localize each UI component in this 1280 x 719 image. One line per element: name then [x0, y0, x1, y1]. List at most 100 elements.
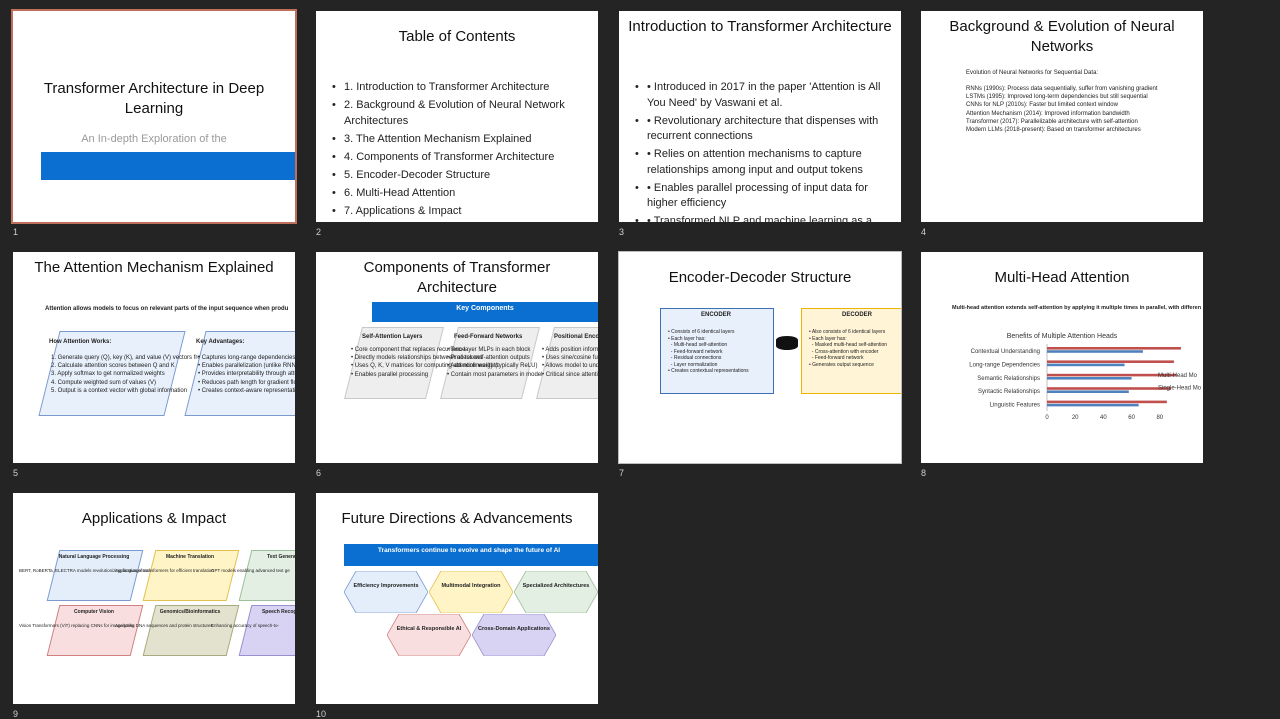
- slide-9-title: Applications & Impact: [81, 510, 227, 527]
- toc-item: 5. Encoder-Decoder Structure: [332, 168, 590, 184]
- chart-bar: [1047, 377, 1132, 380]
- application-card-title: Machine Translation: [165, 554, 215, 560]
- component-item: • Allows model to unders: [542, 363, 598, 370]
- component-item: • Contain most parameters in model: [447, 371, 543, 378]
- slide-2-canvas: Table of Contents 1. Introduction to Tra…: [316, 11, 598, 222]
- chart-x-tick: 0: [1045, 415, 1049, 421]
- decoder-item: - Masked multi-head self-attention: [809, 342, 888, 348]
- slide-9-canvas: Applications & Impact Natural Language P…: [13, 493, 295, 704]
- slide-6-banner-text: Key Components: [456, 305, 514, 312]
- slide-thumbnail-5[interactable]: The Attention Mechanism Explained Attent…: [13, 252, 295, 478]
- slide-3-canvas: Introduction to Transformer Architecture…: [619, 11, 901, 222]
- slide-thumbnail-4[interactable]: Background & Evolution of Neural Network…: [921, 11, 1203, 237]
- slide-thumbnail-1[interactable]: Transformer Architecture in Deep Learnin…: [11, 9, 297, 237]
- slide-4-evolution-list: RNNs (1990s): Process data sequentially,…: [966, 85, 1158, 134]
- future-direction-label: Specialized Architectures: [522, 583, 590, 589]
- chart-bar: [1047, 363, 1125, 367]
- evolution-item: Modern LLMs (2018-present): Based on tra…: [966, 127, 1141, 134]
- slide-5-canvas: The Attention Mechanism Explained Attent…: [13, 252, 295, 463]
- chart-legend-entry: Multi-Head Mo: [1158, 373, 1198, 379]
- chart-x-tick: 20: [1072, 415, 1079, 421]
- slide-thumbnail-8[interactable]: Multi-Head Attention Multi-head attentio…: [921, 252, 1203, 478]
- slide-7-canvas: Encoder-Decoder Structure ENCODER • Cons…: [618, 251, 902, 464]
- decoder-item: • Also consists of 6 identical layers: [809, 329, 886, 335]
- chart-category-label: Linguistic Features: [990, 403, 1040, 409]
- slide-number-10: 10: [316, 709, 327, 719]
- application-card-desc: Analyzing DNA sequences and protein stru…: [115, 623, 213, 628]
- slide-10-banner-text: Transformers continue to evolve and shap…: [377, 547, 561, 554]
- slide-thumbnail-3[interactable]: Introduction to Transformer Architecture…: [619, 11, 901, 237]
- chart-category-label: Syntactic Relationships: [978, 389, 1040, 395]
- evolution-item: LSTMs (1995): Improved long-term depende…: [966, 94, 1148, 101]
- slide-10-canvas: Future Directions & Advancements Transfo…: [316, 493, 598, 704]
- slide-number-2: 2: [316, 227, 322, 237]
- slide-8-title: Multi-Head Attention: [994, 269, 1130, 286]
- slide-5-adv-list: • Captures long-range dependencies in a …: [198, 354, 295, 395]
- chart-bar: [1047, 390, 1129, 393]
- chart-category-label: Long-range Dependencies: [969, 362, 1040, 368]
- slide-number-8: 8: [921, 468, 927, 478]
- slide-number-5: 5: [13, 468, 19, 478]
- slide-number-6: 6: [316, 468, 322, 478]
- slide-number-9: 9: [13, 709, 19, 719]
- slide-8-bar-chart: Benefits of Multiple Attention Heads Cont…: [969, 333, 1201, 421]
- chart-bar: [1047, 403, 1139, 407]
- slide-4-title: Background & Evolution of Neural Network…: [949, 18, 1175, 55]
- chart-category-label: Semantic Relationships: [977, 376, 1040, 382]
- slide-8-intro: Multi-head attention extends self-attent…: [952, 305, 1202, 311]
- future-direction-hexagon: Ethical & Responsible AI: [387, 614, 471, 656]
- application-card-title: Speech Recognition: [261, 609, 295, 615]
- slide-7-title: Encoder-Decoder Structure: [668, 269, 852, 286]
- slide-2-toc-list: 1. Introduction to Transformer Architect…: [332, 80, 590, 221]
- slide-8-canvas: Multi-Head Attention Multi-head attentio…: [921, 252, 1203, 463]
- slide-thumbnail-2[interactable]: Table of Contents 1. Introduction to Tra…: [316, 11, 598, 237]
- application-card-title: Genomics/Bioinformatics: [159, 609, 221, 615]
- component-item: • Two-layer MLPs in each block: [447, 347, 531, 353]
- application-card-desc: Enhancing accuracy of speech-to-: [211, 623, 280, 628]
- future-direction-label: Ethical & Responsible AI: [396, 626, 462, 632]
- chart-x-tick: 40: [1100, 415, 1107, 421]
- toc-item: 2. Background & Evolution of Neural Netw…: [332, 98, 590, 129]
- future-direction-hexagon: Efficiency Improvements: [344, 571, 428, 613]
- slide-6-canvas: Components of Transformer Architecture K…: [316, 252, 598, 463]
- slide-1-canvas: Transformer Architecture in Deep Learnin…: [11, 9, 297, 224]
- slide-6-col-2-list: • Two-layer MLPs in each block • Process …: [447, 346, 542, 379]
- bullet-item: • Introduced in 2017 in the paper 'Atten…: [635, 80, 893, 111]
- component-item: • Critical since attention i: [542, 371, 598, 378]
- attention-step: 1. Generate query (Q), key (K), and valu…: [51, 355, 221, 361]
- chart-category-label: Contextual Understanding: [971, 349, 1040, 355]
- advantage-item: • Captures long-range dependencies in a …: [198, 355, 295, 361]
- toc-item: 4. Components of Transformer Architectur…: [332, 150, 590, 166]
- toc-item: 1. Introduction to Transformer Architect…: [332, 80, 590, 96]
- slide-5-title: The Attention Mechanism Explained: [34, 259, 274, 276]
- slide-1-title: Transformer Architecture in Deep Learnin…: [43, 80, 265, 117]
- slide-thumbnail-10[interactable]: Future Directions & Advancements Transfo…: [316, 493, 598, 719]
- slide-1-blue-bar: [41, 152, 295, 180]
- bullet-item: • Enables parallel processing of input d…: [635, 181, 893, 212]
- chart-bar: [1047, 387, 1172, 390]
- chart-bar: [1047, 347, 1181, 350]
- evolution-item: RNNs (1990s): Process data sequentially,…: [966, 86, 1158, 92]
- bullet-item: • Revolutionary architecture that dispen…: [635, 114, 893, 145]
- future-direction-hexagon: Multimodal Integration: [429, 571, 513, 613]
- slide-1-subtitle: An In-depth Exploration of the: [81, 133, 227, 145]
- slide-thumbnail-6[interactable]: Components of Transformer Architecture K…: [316, 252, 598, 478]
- evolution-item: Transformer (2017): Parallelizable archi…: [966, 118, 1138, 125]
- slide-7-encoder-title: ENCODER: [700, 312, 731, 318]
- bullet-item: • Transformed NLP and machine learning a…: [635, 214, 893, 222]
- slide-number-7: 7: [619, 468, 625, 478]
- chart-x-tick: 60: [1128, 415, 1135, 421]
- advantage-item: • Creates context-aware representations: [198, 387, 295, 394]
- slide-thumbnail-9[interactable]: Applications & Impact Natural Language P…: [13, 493, 295, 719]
- future-direction-label: Cross-Domain Applications: [478, 626, 550, 632]
- bullet-item: • Relies on attention mechanisms to capt…: [635, 147, 893, 178]
- slide-6-col-3-title: Positional Encod: [554, 334, 598, 340]
- component-item: • Adds position informati: [542, 347, 598, 353]
- chart-x-tick: 80: [1156, 415, 1163, 421]
- toc-item: 3. The Attention Mechanism Explained: [332, 132, 590, 148]
- evolution-item: Attention Mechanism (2014): Improved inf…: [966, 110, 1130, 117]
- slide-thumbnail-7[interactable]: Encoder-Decoder Structure ENCODER • Cons…: [618, 251, 902, 478]
- application-card-desc: Application of transformers for efficien…: [115, 568, 214, 573]
- slide-10-title: Future Directions & Advancements: [341, 510, 573, 527]
- slide-number-1: 1: [13, 227, 19, 237]
